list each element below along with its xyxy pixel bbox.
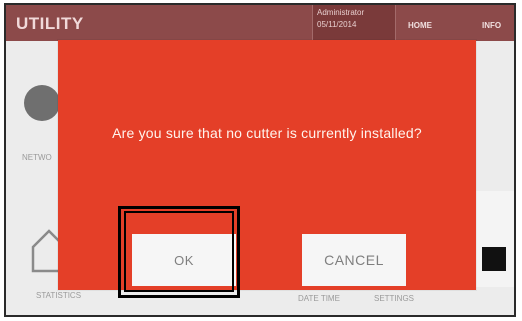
network-icon — [24, 85, 60, 121]
photo-frame: UTILITY Administrator 05/11/2014 HOME IN… — [0, 0, 522, 321]
current-date: 05/11/2014 — [317, 20, 357, 29]
ok-highlight-inner — [124, 211, 234, 292]
info-button[interactable]: INFO — [482, 21, 501, 30]
statistics-tile-label: STATISTICS — [36, 291, 82, 300]
page-title: UTILITY — [16, 14, 84, 33]
black-square-icon — [482, 247, 506, 271]
home-button[interactable]: HOME — [408, 21, 432, 30]
dialog-message: Are you sure that no cutter is currently… — [112, 125, 422, 141]
date-time-tile-label: DATE TIME — [298, 294, 340, 303]
settings-tile-label: SETTINGS — [374, 294, 415, 303]
cancel-button[interactable]: CANCEL — [302, 234, 406, 286]
network-tile-label: NETWO — [22, 153, 52, 162]
user-info: Administrator 05/11/2014 — [312, 5, 396, 41]
top-bar: UTILITY Administrator 05/11/2014 HOME IN… — [6, 5, 514, 41]
side-tile — [472, 191, 514, 287]
user-name: Administrator — [317, 8, 365, 17]
device-screen: UTILITY Administrator 05/11/2014 HOME IN… — [4, 3, 516, 317]
